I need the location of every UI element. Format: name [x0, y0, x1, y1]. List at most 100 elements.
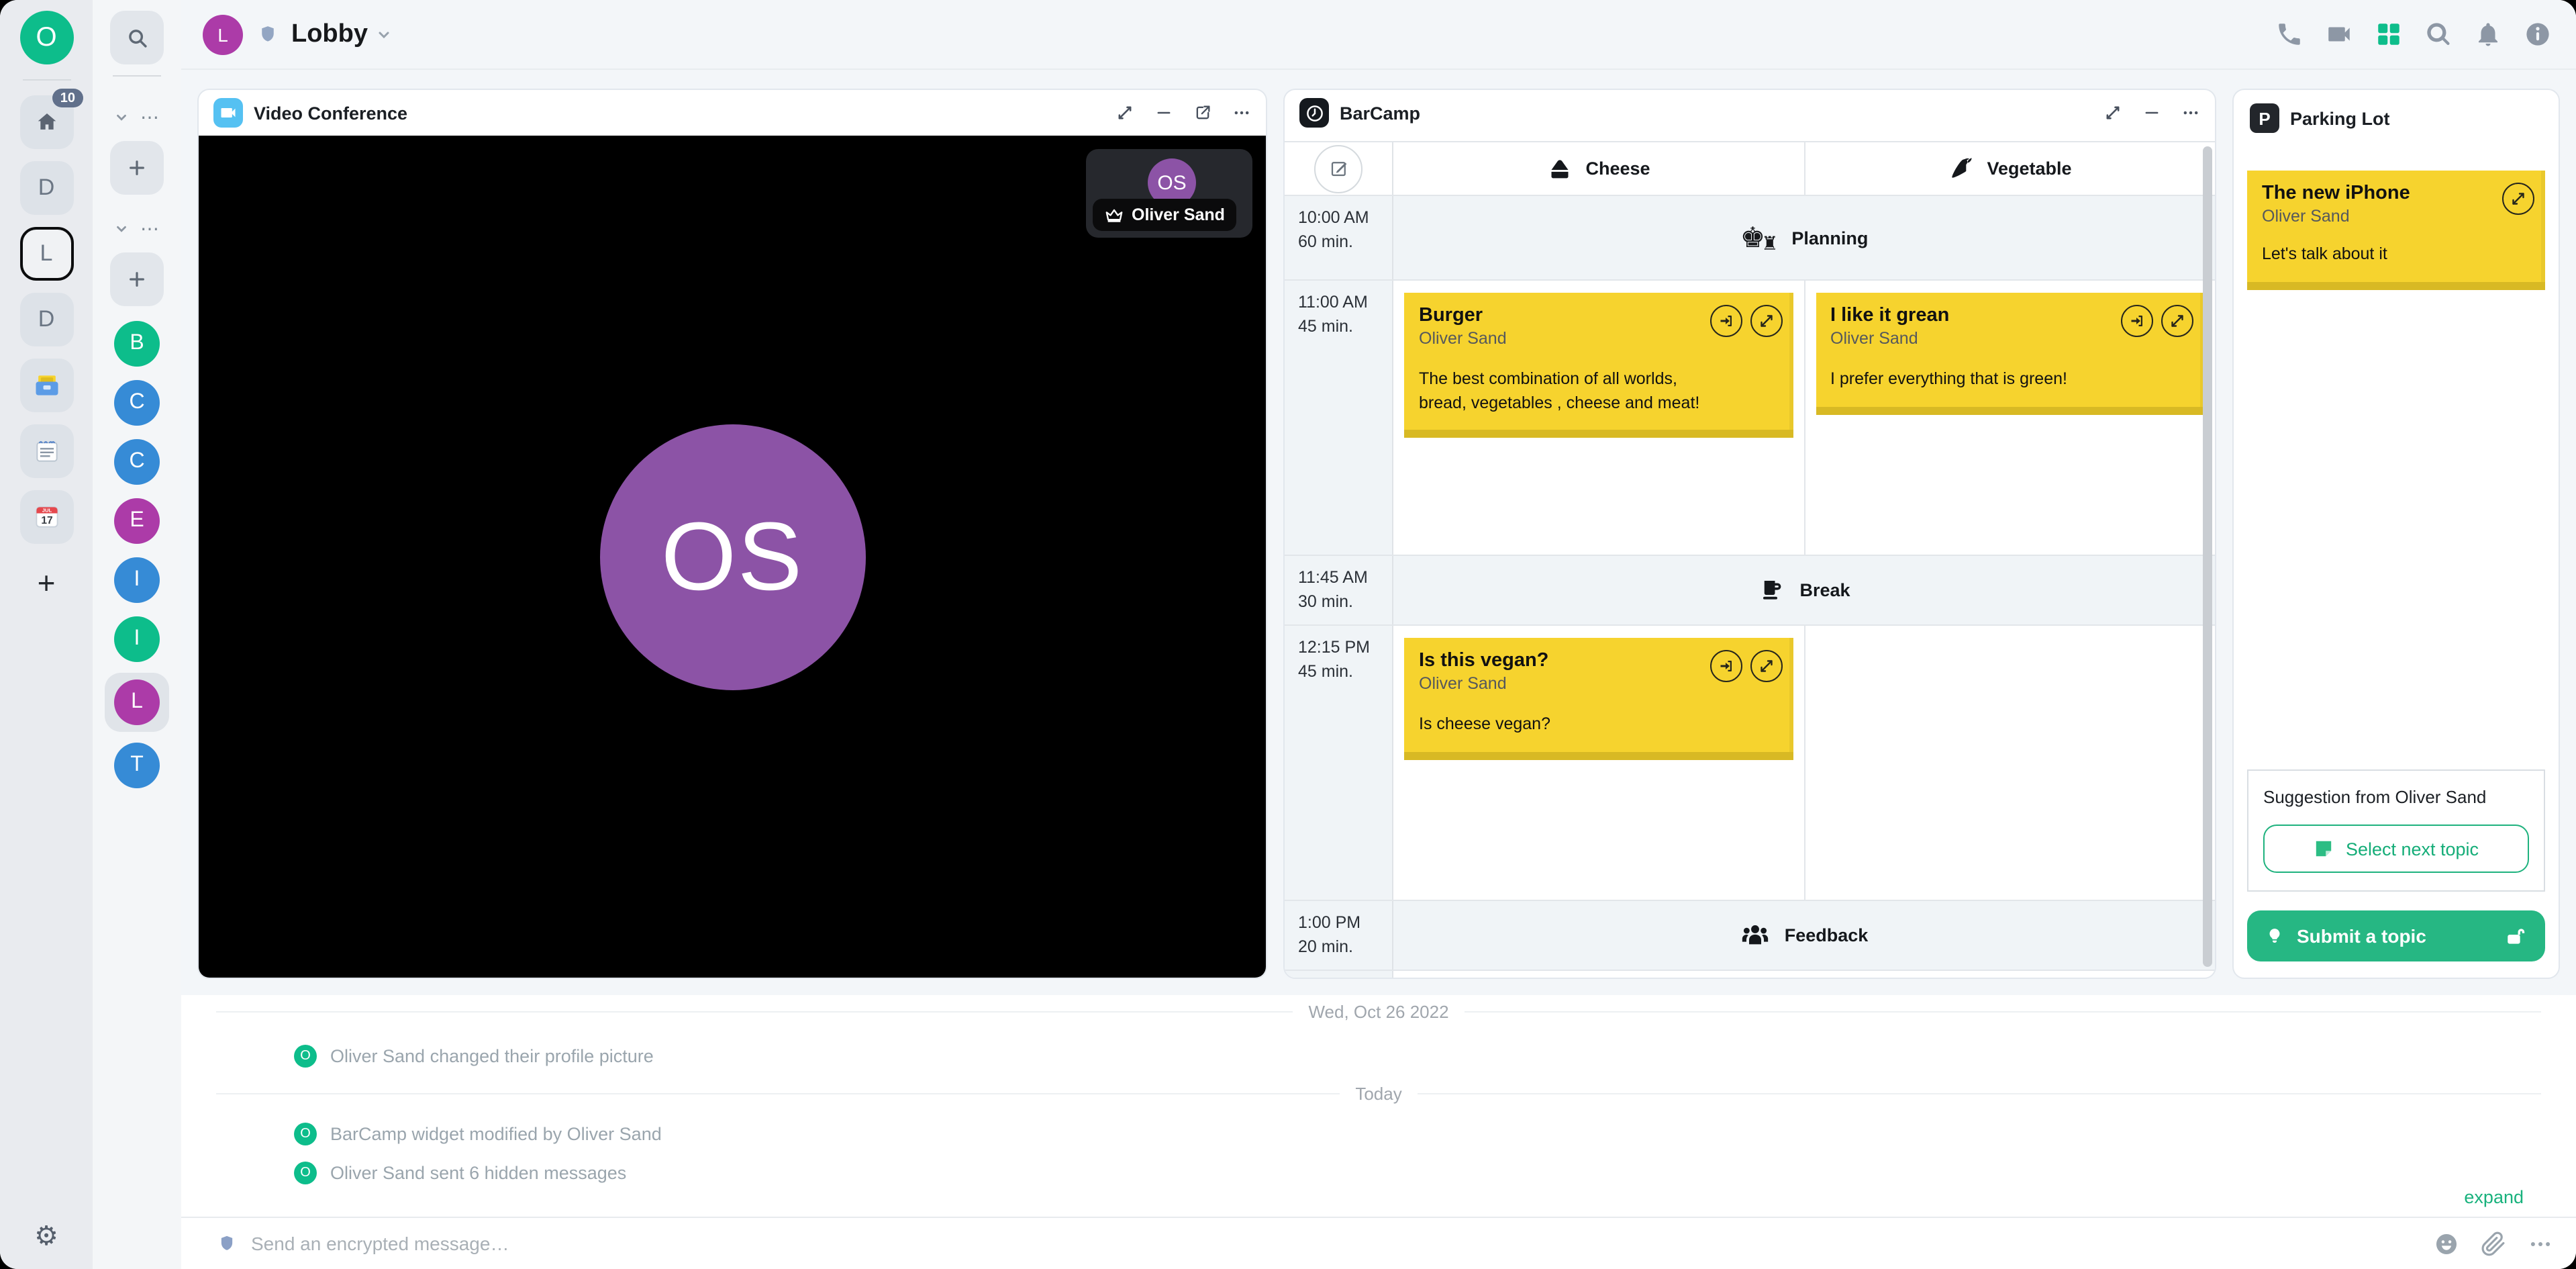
room-avatar-i2[interactable]: I	[114, 616, 160, 662]
card-file-box-icon	[32, 371, 61, 400]
minimize-icon[interactable]	[2142, 103, 2161, 122]
expand-note-button[interactable]	[2161, 305, 2193, 337]
room-avatar-l: L	[114, 679, 160, 725]
minimize-icon[interactable]	[1154, 103, 1173, 122]
home-space-button[interactable]: 10	[19, 95, 73, 149]
space-item-notepad[interactable]	[19, 424, 73, 478]
topic-note-vegan[interactable]: Is this vegan? Oliver Sand Is cheese veg…	[1404, 638, 1793, 759]
expand-events-link[interactable]: expand	[2464, 1187, 2524, 1207]
people-group-icon	[1740, 920, 1771, 951]
slot-vegetable-1215[interactable]	[1803, 626, 2215, 900]
room-header-avatar[interactable]: L	[203, 14, 243, 54]
message-composer: Send an encrypted message…	[181, 1217, 2576, 1269]
room-avatar-i1[interactable]: I	[114, 557, 160, 603]
room-avatar-c2[interactable]: C	[114, 439, 160, 485]
room-search-icon[interactable]	[2424, 20, 2453, 48]
moderator-crown-icon	[1105, 206, 1124, 224]
more-options-icon[interactable]	[2528, 1231, 2553, 1256]
topic-note-grean[interactable]: I like it grean Oliver Sand I prefer eve…	[1816, 293, 2204, 414]
space-item-d2[interactable]: D	[19, 293, 73, 346]
video-conference-header: Video Conference	[199, 90, 1266, 136]
emoji-icon[interactable]	[2434, 1231, 2459, 1256]
room-name[interactable]: Lobby	[291, 19, 368, 49]
room-avatar-l-selected[interactable]: L	[105, 673, 169, 732]
video-conference-stage[interactable]: OS OS Oliver Sand	[199, 136, 1266, 978]
settings-gear-icon[interactable]: ⚙	[34, 1219, 58, 1253]
room-avatar-e[interactable]: E	[114, 498, 160, 544]
suggestion-box: Suggestion from Oliver Sand Select next …	[2247, 769, 2545, 892]
slot-cheese-1215[interactable]: Is this vegan? Oliver Sand Is cheese veg…	[1393, 626, 1803, 900]
space-item-calendar[interactable]: JUL 17	[19, 490, 73, 544]
message-input[interactable]: Send an encrypted message…	[251, 1233, 2419, 1254]
unlocked-padlock-icon	[2505, 925, 2528, 947]
widget-drawer: Video Conference	[181, 70, 2576, 995]
room-avatar-t[interactable]: T	[114, 743, 160, 788]
room-header: L Lobby	[181, 0, 2576, 70]
space-item-l-selected[interactable]: L	[19, 227, 73, 281]
participant-name-pill: Oliver Sand	[1093, 199, 1237, 231]
time-cell: 11:00 AM 45 min.	[1285, 281, 1393, 555]
header-actions	[2275, 20, 2552, 48]
edit-cell	[1285, 142, 1393, 195]
time-cell: 12:15 PM 45 min.	[1285, 626, 1393, 900]
barcamp-clock-icon	[1299, 98, 1329, 128]
scrollbar-thumb[interactable]	[2203, 146, 2212, 967]
select-next-topic-button[interactable]: Select next topic	[2263, 825, 2529, 873]
coffee-cup-icon	[1758, 576, 1786, 604]
parking-icon: P	[2250, 103, 2279, 133]
maximize-icon[interactable]	[2103, 103, 2122, 122]
section-options-icon[interactable]: ⋯	[140, 218, 160, 240]
expand-note-button[interactable]	[1750, 305, 1782, 337]
options-icon[interactable]	[2181, 103, 2200, 122]
video-widget-controls	[1116, 103, 1251, 122]
video-widget-title: Video Conference	[254, 103, 407, 123]
parking-lot-title: Parking Lot	[2290, 108, 2390, 128]
parking-note-iphone[interactable]: The new iPhone Oliver Sand Let's talk ab…	[2247, 171, 2545, 289]
room-avatar-c1[interactable]: C	[114, 380, 160, 426]
timeline-event: O BarCamp widget modified by Oliver Sand	[181, 1119, 2576, 1148]
create-space-button[interactable]: +	[19, 556, 73, 610]
move-note-button[interactable]	[2121, 305, 2153, 337]
room-rail: ⋯ ⋯ B C C E I I L T	[93, 0, 181, 1269]
search-button[interactable]	[110, 11, 164, 64]
space-item-card-file-box[interactable]	[19, 359, 73, 412]
space-item-d1[interactable]: D	[19, 161, 73, 215]
move-note-button[interactable]	[1710, 650, 1742, 682]
section-collapse-favourites[interactable]: ⋯	[113, 106, 160, 129]
section-collapse-rooms[interactable]: ⋯	[113, 218, 160, 240]
slot-cheese-1100[interactable]: Burger Oliver Sand The best combination …	[1393, 281, 1803, 555]
video-conference-widget: Video Conference	[197, 89, 1267, 979]
user-space-avatar[interactable]: O	[19, 11, 73, 64]
add-room-button-1[interactable]	[110, 141, 164, 195]
expand-note-button[interactable]	[1750, 650, 1782, 682]
room-menu-chevron-icon[interactable]	[376, 26, 392, 42]
section-end: End of the BarCamp	[1393, 971, 2215, 978]
desktop: O 10 D L D	[0, 0, 2576, 1269]
slot-vegetable-1100[interactable]: I like it grean Oliver Sand I prefer eve…	[1803, 281, 2215, 555]
parking-lot-panel: P Parking Lot The new iPhone Oliver Sand…	[2232, 89, 2560, 979]
chevron-down-icon	[113, 222, 128, 236]
section-options-icon[interactable]: ⋯	[140, 106, 160, 129]
voice-call-icon[interactable]	[2275, 20, 2303, 48]
cheese-icon	[1546, 155, 1573, 182]
date-separator: Wed, Oct 26 2022	[181, 1002, 2576, 1022]
spiral-notepad-icon	[32, 436, 61, 466]
widgets-apps-icon[interactable]	[2375, 20, 2403, 48]
rail-divider	[113, 75, 161, 77]
popout-icon[interactable]	[1193, 103, 1212, 122]
submit-topic-button[interactable]: Submit a topic	[2247, 910, 2545, 961]
chess-pieces-icon: ♚♜	[1740, 224, 1779, 252]
video-call-icon[interactable]	[2325, 20, 2353, 48]
room-avatar-b[interactable]: B	[114, 321, 160, 367]
topic-note-burger[interactable]: Burger Oliver Sand The best combination …	[1404, 293, 1793, 438]
room-info-icon[interactable]	[2524, 20, 2552, 48]
participant-tile[interactable]: OS Oliver Sand	[1086, 149, 1252, 238]
options-icon[interactable]	[1232, 103, 1251, 122]
expand-note-button[interactable]	[2502, 183, 2534, 215]
attachment-paperclip-icon[interactable]	[2481, 1231, 2506, 1256]
move-note-button[interactable]	[1710, 305, 1742, 337]
edit-schedule-button[interactable]	[1314, 144, 1363, 193]
notifications-bell-icon[interactable]	[2474, 20, 2502, 48]
maximize-icon[interactable]	[1116, 103, 1134, 122]
add-room-button-2[interactable]	[110, 252, 164, 306]
